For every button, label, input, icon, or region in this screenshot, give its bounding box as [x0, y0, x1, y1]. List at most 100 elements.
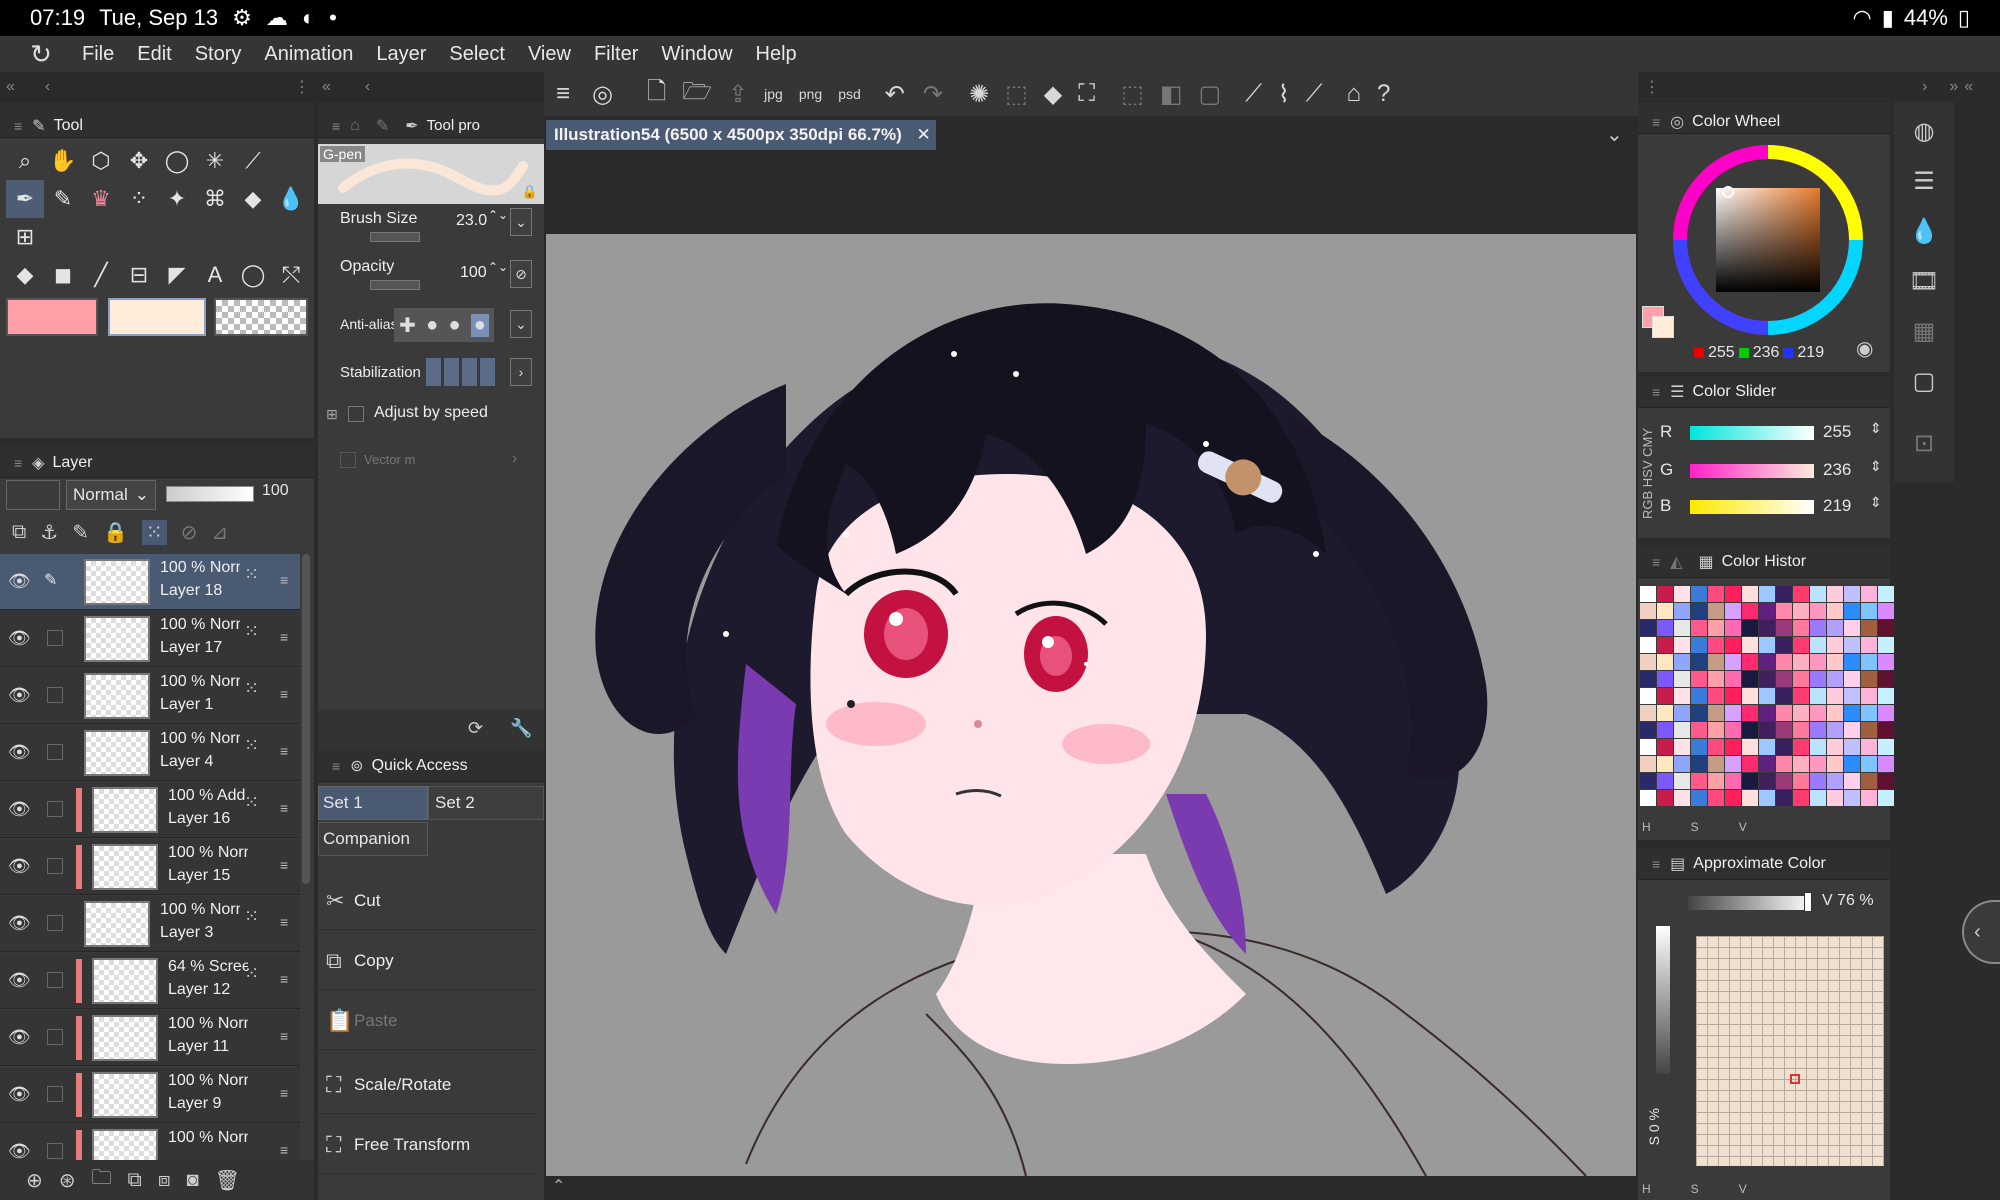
color-swatch[interactable]	[1640, 654, 1656, 670]
timeline-icon[interactable]: 🎞	[1902, 260, 1946, 304]
color-swatch[interactable]	[1878, 586, 1894, 602]
eye-icon[interactable]: 👁	[8, 571, 31, 592]
magic-wand-icon[interactable]: ✳	[196, 142, 234, 180]
color-swatch[interactable]	[1657, 790, 1673, 806]
eye-icon[interactable]: 👁	[8, 1141, 31, 1160]
scale-rotate-item[interactable]: ⛶ Scale/Rotate	[318, 1056, 536, 1114]
expand-icon[interactable]: ⊞	[326, 406, 338, 423]
canvas[interactable]	[546, 234, 1636, 1176]
color-swatch[interactable]	[1878, 756, 1894, 772]
layer-list-scrollbar[interactable]	[302, 554, 310, 884]
color-swatch[interactable]	[1810, 620, 1826, 636]
color-swatch[interactable]	[1691, 722, 1707, 738]
color-swatch[interactable]	[1844, 586, 1860, 602]
color-swatch[interactable]	[1725, 671, 1741, 687]
layer-checkbox[interactable]	[47, 744, 63, 760]
color-swatch[interactable]	[1674, 688, 1690, 704]
layer-row[interactable]: 👁 100 % Normal Layer 15 ≡	[0, 839, 300, 895]
color-swatch[interactable]	[1759, 739, 1775, 755]
color-swatch[interactable]	[1878, 688, 1894, 704]
stepper-icon[interactable]: ⇕	[1870, 458, 1882, 475]
color-swatch[interactable]	[1776, 790, 1792, 806]
color-swatch[interactable]	[1742, 654, 1758, 670]
color-swatch[interactable]	[1657, 688, 1673, 704]
line-icon[interactable]: ╱	[82, 256, 120, 294]
anti-alias-selector[interactable]: ✚ ● ● ●	[394, 308, 494, 342]
color-swatch[interactable]	[1861, 688, 1877, 704]
color-swatch[interactable]	[1878, 705, 1894, 721]
color-swatch[interactable]	[1827, 773, 1843, 789]
chevron-right-icon[interactable]: ›	[510, 358, 532, 386]
eye-icon[interactable]: 👁	[8, 1084, 31, 1105]
color-swatch[interactable]	[1793, 756, 1809, 772]
stepper-icon[interactable]: ⇕	[1870, 494, 1882, 511]
layer-row[interactable]: 👁 ✎ 100 % Norm Layer 18 ⁙ ≡	[0, 554, 300, 610]
color-swatch[interactable]	[1657, 603, 1673, 619]
menu-help[interactable]: Help	[756, 43, 797, 66]
lasso-icon[interactable]: ◯	[158, 142, 196, 180]
approximate-color-grid[interactable]	[1696, 936, 1884, 1166]
object-icon[interactable]: ⬡	[82, 142, 120, 180]
color-swatch[interactable]	[1810, 688, 1826, 704]
color-swatch[interactable]	[1691, 756, 1707, 772]
value-slider-thumb[interactable]	[1804, 892, 1812, 912]
color-swatch[interactable]	[1827, 620, 1843, 636]
export-jpg-icon[interactable]: jpg	[764, 86, 783, 102]
dropdown-icon[interactable]: ⌄	[510, 208, 532, 236]
color-swatch[interactable]	[1810, 637, 1826, 653]
color-swatch[interactable]	[1725, 790, 1741, 806]
color-swatch[interactable]	[1861, 705, 1877, 721]
layer-checkbox[interactable]	[47, 687, 63, 703]
layer-menu-icon[interactable]: ≡	[280, 1085, 288, 1101]
menu-file[interactable]: File	[82, 43, 114, 66]
free-transform-item[interactable]: ⛶ Free Transform	[318, 1116, 536, 1174]
color-swatch[interactable]	[1708, 756, 1724, 772]
open-folder-icon[interactable]: 🗁	[682, 74, 712, 115]
color-swatch[interactable]	[1861, 739, 1877, 755]
color-swatch[interactable]	[1810, 773, 1826, 789]
color-swatch[interactable]	[1759, 586, 1775, 602]
color-swatch[interactable]	[1657, 756, 1673, 772]
transform-icon[interactable]: ⛶	[1078, 80, 1095, 108]
grip-icon[interactable]: ≡	[1652, 554, 1660, 570]
menu-story[interactable]: Story	[195, 43, 242, 66]
double-chevron-left-icon[interactable]: «	[1964, 78, 1973, 96]
grip-icon[interactable]: ⋮	[1644, 77, 1660, 97]
stabilization-bar[interactable]	[426, 358, 496, 386]
chevron-right-icon[interactable]: ›	[1922, 78, 1927, 96]
ruler-tool-icon[interactable]: ◤	[158, 256, 196, 294]
color-swatch[interactable]	[1844, 705, 1860, 721]
chevron-right-icon[interactable]: ›	[512, 450, 517, 468]
color-swatch[interactable]	[1691, 773, 1707, 789]
color-swatch[interactable]	[1708, 671, 1724, 687]
color-swatch[interactable]	[1708, 637, 1724, 653]
value-slider[interactable]	[1688, 896, 1812, 910]
color-wheel[interactable]	[1668, 140, 1868, 340]
mask-layer-icon[interactable]: ◙	[187, 1169, 199, 1192]
stepper-icon[interactable]: ⇕	[1870, 420, 1882, 437]
color-swatch[interactable]	[1725, 773, 1741, 789]
material-icon[interactable]: ▦	[1902, 310, 1946, 354]
new-folder-icon[interactable]: 🗀	[92, 1163, 112, 1197]
color-swatch[interactable]	[1657, 705, 1673, 721]
brush-snap-icon[interactable]: ⌇	[1278, 80, 1290, 109]
close-icon[interactable]: ✕	[916, 125, 930, 144]
color-swatch[interactable]	[1878, 790, 1894, 806]
color-swatch[interactable]	[1759, 620, 1775, 636]
grip-icon[interactable]: ≡	[14, 455, 22, 471]
color-swatch[interactable]	[1674, 722, 1690, 738]
layer-menu-icon[interactable]: ≡	[280, 629, 288, 645]
color-swatch[interactable]	[1674, 739, 1690, 755]
double-chevron-left-icon[interactable]: «	[322, 78, 331, 96]
color-swatch[interactable]	[1708, 790, 1724, 806]
drops-icon[interactable]: 💧	[272, 180, 310, 218]
color-history-grid[interactable]	[1638, 584, 1894, 818]
color-swatch[interactable]	[1691, 688, 1707, 704]
mask-icon[interactable]: ⊘	[181, 520, 198, 545]
pencil-icon[interactable]: ✎	[44, 180, 82, 218]
eye-icon[interactable]: 👁	[8, 970, 31, 991]
export-psd-icon[interactable]: psd	[838, 86, 861, 102]
lock-icon[interactable]: 🔒	[103, 520, 128, 545]
layer-menu-icon[interactable]: ≡	[280, 857, 288, 873]
color-swatch[interactable]	[1844, 637, 1860, 653]
